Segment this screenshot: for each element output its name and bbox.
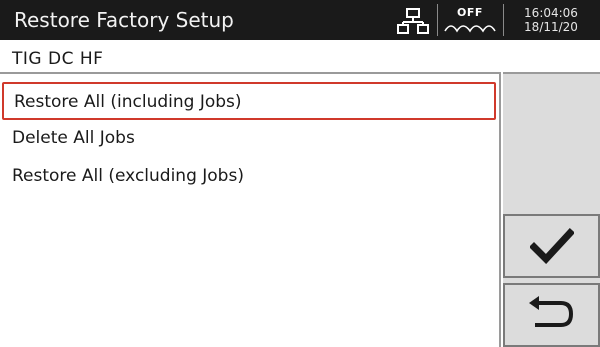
output-status: OFF: [440, 4, 500, 36]
menu-list: Restore All (including Jobs) Delete All …: [0, 72, 501, 347]
status-divider: [503, 4, 504, 36]
title-bar: Restore Factory Setup OFF 16:04:06 18/11…: [0, 0, 600, 40]
menu-item-restore-all-including-jobs[interactable]: Restore All (including Jobs): [2, 82, 496, 120]
wave-icon: [444, 25, 496, 33]
back-button[interactable]: [503, 283, 600, 347]
output-off-label: OFF: [457, 6, 483, 19]
checkmark-icon: [529, 228, 574, 264]
network-icon: [397, 8, 429, 34]
clock-date: 18/11/20: [524, 20, 578, 34]
process-label: TIG DC HF: [12, 49, 104, 69]
confirm-button[interactable]: [503, 214, 600, 278]
clock: 16:04:06 18/11/20: [505, 6, 597, 34]
return-arrow-icon: [528, 296, 573, 327]
status-divider: [437, 4, 438, 36]
menu-item-delete-all-jobs[interactable]: Delete All Jobs: [2, 120, 496, 158]
page-title: Restore Factory Setup: [14, 8, 234, 32]
clock-time: 16:04:06: [524, 6, 578, 20]
menu-item-restore-all-excluding-jobs[interactable]: Restore All (excluding Jobs): [2, 158, 496, 196]
